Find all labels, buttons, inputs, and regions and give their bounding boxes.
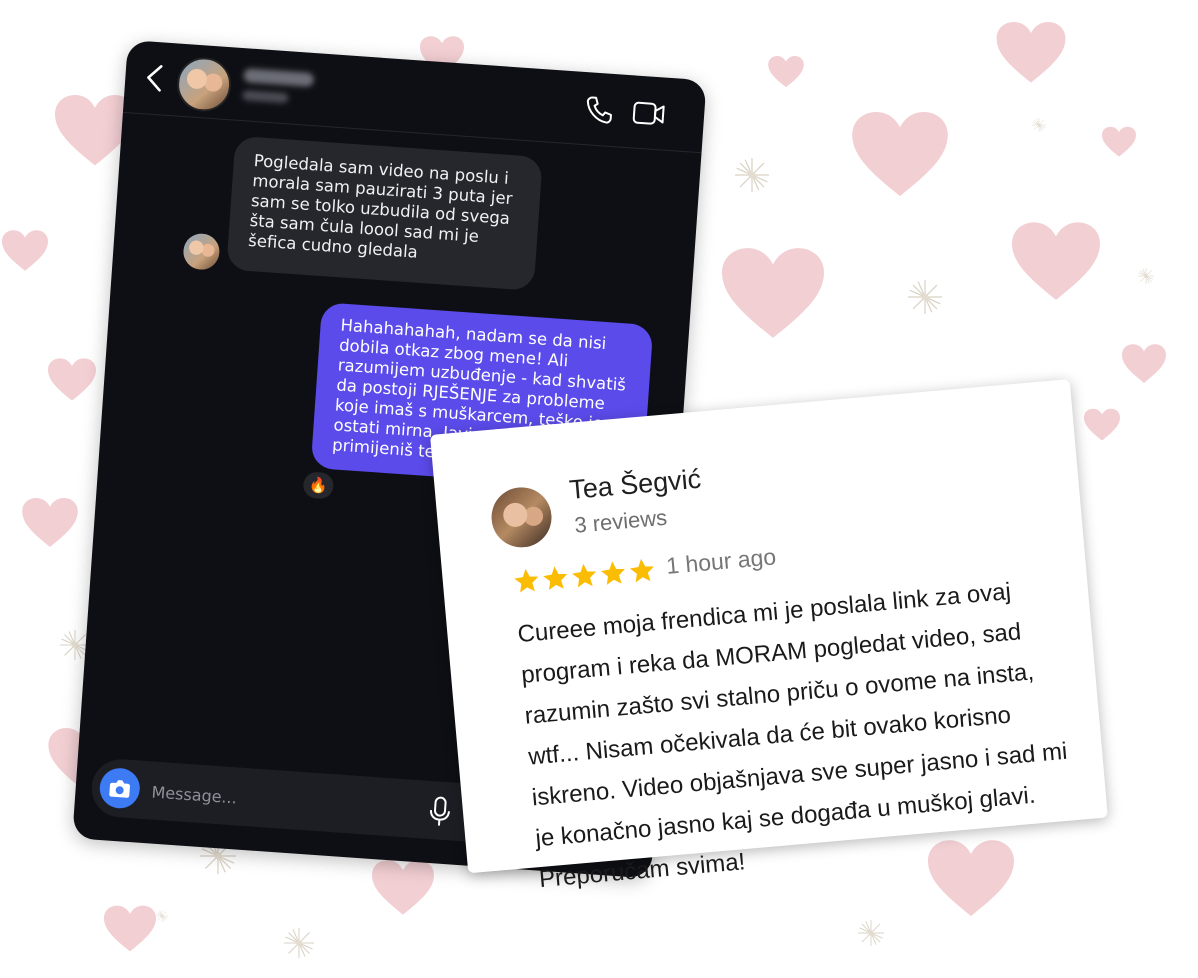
star-rating — [512, 556, 659, 597]
phone-icon[interactable] — [583, 94, 615, 126]
reviewer-avatar[interactable] — [489, 484, 555, 550]
review-timestamp: 1 hour ago — [665, 543, 778, 579]
incoming-message: Pogledala sam video na poslu i morala sa… — [226, 135, 543, 291]
sender-avatar — [182, 232, 221, 271]
star-icon — [543, 566, 568, 590]
contact-name-blurred — [243, 68, 315, 88]
star-icon — [629, 558, 654, 583]
reviewer-review-count: 3 reviews — [573, 504, 669, 538]
review-card: Tea Šegvić 3 reviews 1 hour ago Cureee m… — [430, 379, 1108, 893]
camera-icon — [109, 780, 130, 798]
fire-reaction[interactable]: 🔥 — [302, 471, 335, 500]
video-camera-icon[interactable] — [631, 99, 667, 127]
star-icon — [572, 563, 597, 588]
chevron-left-icon[interactable] — [144, 63, 164, 92]
star-icon — [514, 568, 539, 593]
microphone-icon[interactable] — [428, 795, 452, 828]
reviewer-name[interactable]: Tea Šegvić — [568, 464, 702, 506]
contact-status-blurred — [242, 90, 289, 104]
camera-button[interactable] — [98, 766, 142, 810]
review-text: Cureee moja frendica mi je poslala link … — [516, 578, 1069, 894]
star-icon — [600, 561, 625, 585]
message-input[interactable] — [148, 778, 394, 822]
contact-avatar[interactable] — [175, 55, 233, 114]
